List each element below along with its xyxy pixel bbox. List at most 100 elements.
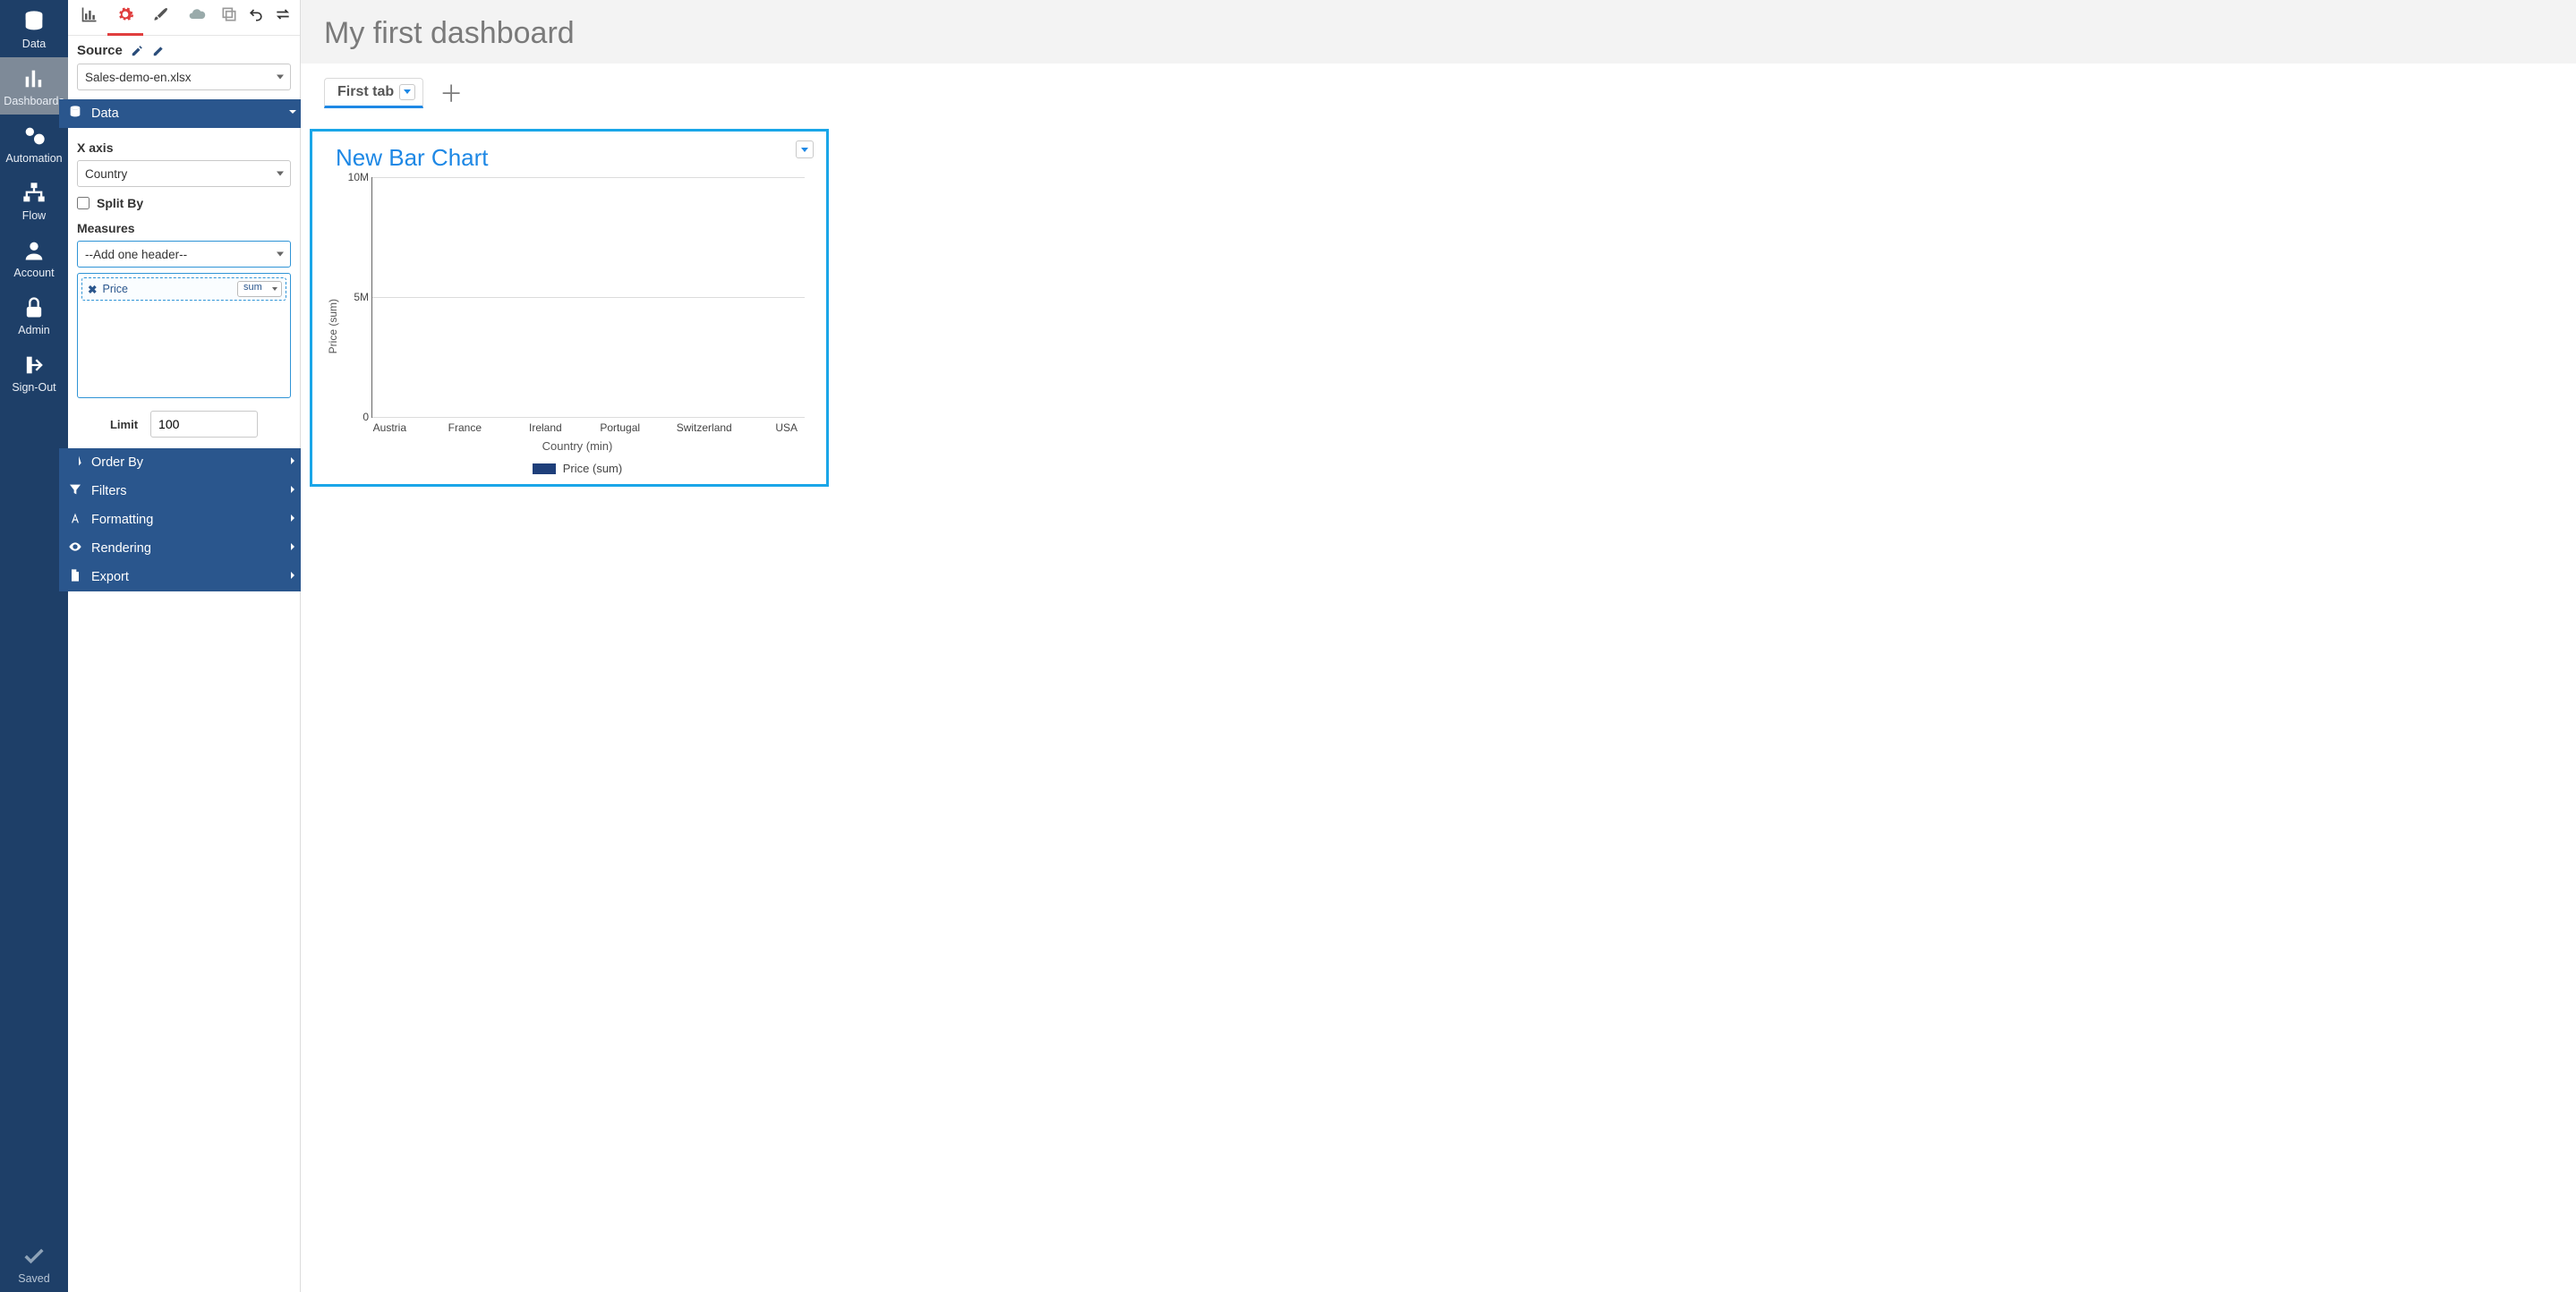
x-tick-label: Portugal	[600, 421, 640, 434]
y-axis-title: Price (sum)	[325, 299, 341, 353]
nav-item-label: Sign-Out	[12, 381, 55, 394]
chart-toolbar	[68, 0, 300, 36]
nav-item-dashboards[interactable]: Dashboards	[0, 57, 68, 115]
nav-item-flow[interactable]: Flow	[0, 172, 68, 229]
nav-item-data[interactable]: Data	[0, 0, 68, 57]
chevron-right-icon	[286, 568, 300, 586]
nav-item-automation[interactable]: Automation	[0, 115, 68, 172]
section-export[interactable]: Export	[59, 563, 309, 591]
section-label: Order By	[91, 455, 143, 470]
tool-cloud[interactable]	[179, 0, 215, 36]
source-select[interactable]: Sales-demo-en.xlsx	[77, 64, 291, 90]
section-label: Formatting	[91, 513, 153, 527]
limit-label: Limit	[110, 418, 138, 431]
main-area: My first dashboard First tab ＋ New Bar C…	[301, 0, 2576, 1292]
remove-measure-icon[interactable]: ✖	[88, 283, 97, 296]
check-icon	[21, 1244, 47, 1269]
x-tick-label: Ireland	[527, 421, 564, 434]
section-rendering[interactable]: Rendering	[59, 534, 309, 563]
xaxis-label: X axis	[77, 140, 291, 155]
measure-chip-price[interactable]: ✖ Price sum	[81, 277, 286, 301]
nav-item-saved: Saved	[0, 1235, 68, 1292]
edit-source-icon[interactable]	[130, 44, 144, 58]
x-tick-label: Austria	[371, 421, 408, 434]
section-data[interactable]: Data	[59, 99, 309, 128]
splitby-checkbox[interactable]	[77, 197, 90, 209]
measure-chip-label: Price	[102, 283, 127, 295]
tool-swap[interactable]	[269, 0, 296, 36]
measures-dropzone[interactable]: ✖ Price sum	[77, 273, 291, 398]
nav-item-admin[interactable]: Admin	[0, 286, 68, 344]
tool-undo[interactable]	[243, 0, 269, 36]
gridline	[372, 417, 805, 418]
x-axis-ticks: AustriaBelgiumFranceGermanyIrelandItalyP…	[371, 421, 805, 434]
bar-chart-icon	[21, 66, 47, 91]
dashboard-canvas: First tab ＋ New Bar Chart Price (sum) 05…	[301, 64, 2576, 1292]
pencil-icon[interactable]	[151, 44, 166, 58]
bars-container	[372, 177, 805, 417]
chevron-right-icon	[286, 540, 300, 557]
chevron-right-icon	[286, 454, 300, 472]
measures-add-select[interactable]: --Add one header--	[77, 241, 291, 268]
dashboard-title[interactable]: My first dashboard	[301, 0, 2576, 64]
legend-swatch	[533, 463, 556, 474]
database-icon	[68, 105, 82, 123]
tree-icon	[21, 181, 47, 206]
splitby-row[interactable]: Split By	[77, 196, 291, 210]
section-filters[interactable]: Filters	[59, 477, 309, 506]
nav-item-label: Automation	[5, 152, 62, 165]
source-label: Source	[77, 43, 123, 58]
brush-icon	[152, 5, 170, 28]
y-tick-label: 0	[342, 411, 369, 423]
nav-item-label: Flow	[22, 209, 46, 222]
database-icon	[21, 9, 47, 34]
tab-menu-dropdown[interactable]	[399, 84, 415, 100]
section-formatting[interactable]: Formatting	[59, 506, 309, 534]
nav-item-account[interactable]: Account	[0, 229, 68, 286]
tool-settings[interactable]	[107, 0, 143, 36]
data-section-body: X axis Country Split By Measures --Add o…	[68, 128, 300, 448]
font-icon	[68, 511, 82, 529]
tool-style[interactable]	[143, 0, 179, 36]
measures-label: Measures	[77, 221, 291, 235]
chart-menu-dropdown[interactable]	[796, 140, 814, 158]
config-panel: Source Sales-demo-en.xlsx Data X axis Co…	[68, 0, 301, 1292]
x-tick-label: France	[447, 421, 483, 434]
nav-item-signout[interactable]: Sign-Out	[0, 344, 68, 401]
filter-icon	[68, 482, 82, 500]
chart-title: New Bar Chart	[336, 144, 814, 172]
copy-icon	[220, 5, 238, 28]
tool-exchange[interactable]	[216, 0, 243, 36]
chevron-down-icon	[286, 105, 300, 123]
chevron-right-icon	[286, 482, 300, 500]
plot-area: Price (sum) 05M10M AustriaBelgiumFranceG…	[325, 177, 814, 475]
section-orderby[interactable]: Order By	[59, 448, 309, 477]
chart-card[interactable]: New Bar Chart Price (sum) 05M10M Austria…	[310, 129, 829, 487]
add-tab-button[interactable]: ＋	[434, 72, 468, 113]
nav-rail: Data Dashboards Automation Flow Account …	[0, 0, 68, 1292]
chevron-right-icon	[286, 511, 300, 529]
gear-icon	[116, 5, 134, 28]
chart-grid: 05M10M	[371, 177, 805, 418]
limit-input[interactable]	[150, 411, 258, 438]
nav-item-label: Saved	[18, 1272, 49, 1285]
nav-item-label: Data	[22, 38, 46, 50]
nav-item-label: Account	[13, 267, 54, 279]
lock-icon	[21, 295, 47, 320]
tool-chart-type[interactable]	[72, 0, 107, 36]
nav-item-label: Dashboards	[4, 95, 64, 107]
x-tick-label: Switzerland	[677, 421, 732, 434]
section-label: Data	[91, 106, 119, 121]
tab-first[interactable]: First tab	[324, 78, 423, 108]
xaxis-select[interactable]: Country	[77, 160, 291, 187]
undo-icon	[247, 5, 265, 28]
bar-chart-icon	[81, 5, 98, 28]
section-label: Rendering	[91, 541, 151, 556]
x-axis-title: Country (min)	[341, 439, 814, 453]
splitby-label: Split By	[97, 196, 143, 210]
section-label: Filters	[91, 484, 126, 498]
user-icon	[21, 238, 47, 263]
measure-agg-select[interactable]: sum	[237, 281, 282, 297]
y-tick-label: 10M	[342, 171, 369, 183]
eye-icon	[68, 540, 82, 557]
